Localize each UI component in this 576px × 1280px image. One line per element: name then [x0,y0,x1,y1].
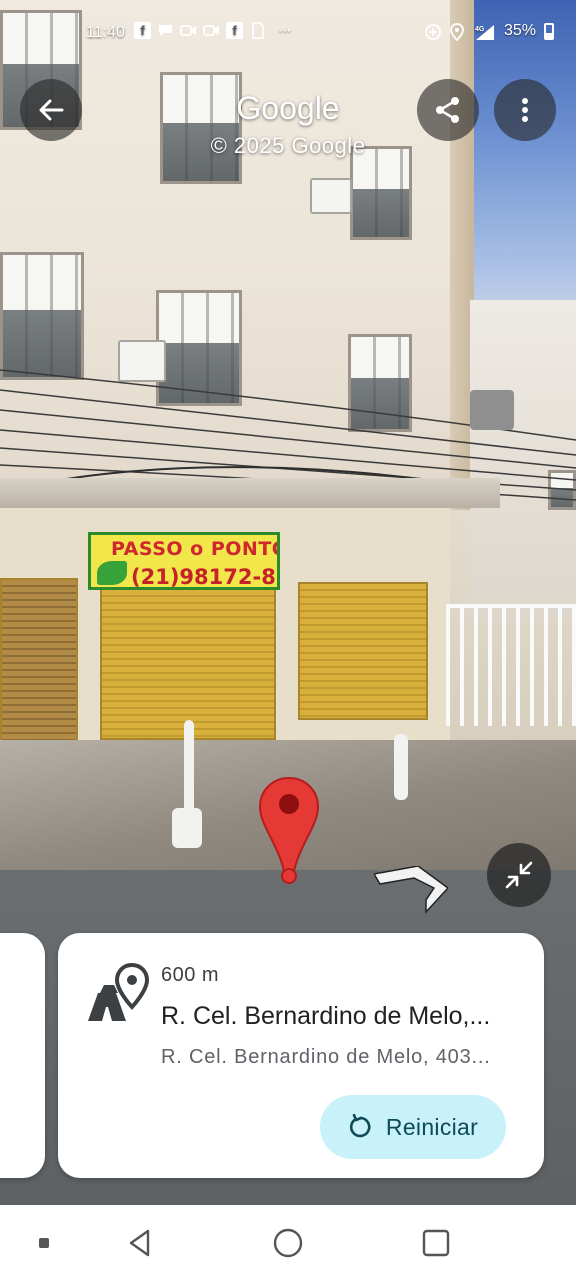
system-navigation-bar [0,1205,576,1280]
notification-icons: f f ··· [134,22,298,39]
battery-percent: 35% [503,22,536,39]
restart-label: Reiniciar [385,1113,479,1140]
square-recents-icon [422,1229,450,1257]
share-icon [436,97,459,123]
nav-home-button[interactable] [270,1225,306,1261]
page-title: Google [236,90,340,126]
rolling-shutter [0,578,78,752]
facebook-icon: f [226,22,243,39]
post-base [172,808,202,848]
air-conditioner [310,178,352,214]
dot-icon [39,1238,49,1248]
more-options-button[interactable] [494,79,556,141]
video-icon [180,22,197,39]
building-window [350,146,412,240]
bollard [394,734,408,800]
sign-post [184,720,194,820]
distance-label: 600 m [161,964,220,986]
air-conditioner [118,340,166,382]
sign-leaf-graphic [97,561,127,585]
building-window [0,252,84,380]
restart-icon [349,1114,371,1138]
more-vertical-icon [522,98,528,122]
collapse-button[interactable] [487,843,551,907]
signal-4g-icon: 4G [474,23,496,40]
metal-gate [446,604,576,726]
place-address: R. Cel. Bernardino de Melo, 403... [161,1046,491,1068]
video-icon [203,22,220,39]
sign-text-line2: (21)98172-8793 [131,565,277,589]
share-button[interactable] [417,79,479,141]
building-window [548,470,576,510]
restart-button[interactable]: Reiniciar [320,1095,506,1159]
building-window [348,334,412,432]
copyright-text: © 2025 Google [210,133,366,158]
previous-place-card[interactable] [0,933,45,1178]
store-sign: PASSO o PONTO (21)98172-8793 [88,532,280,590]
system-icons: 4G 35% [424,22,554,41]
place-card[interactable]: 600 m R. Cel. Bernardino de Melo,... R. … [58,933,544,1178]
nav-back-button[interactable] [122,1225,158,1261]
circle-home-icon [273,1228,303,1258]
neighbor-building [470,300,576,620]
nav-recents-button[interactable] [418,1225,454,1261]
location-icon [449,22,466,41]
network-label: 4G [475,26,485,33]
rolling-shutter [100,588,276,740]
battery-icon [544,22,554,40]
nav-dot-button[interactable] [26,1225,62,1261]
triangle-back-icon [129,1229,150,1257]
header: Google © 2025 Google [0,88,576,160]
collapse-arrows-icon [505,861,533,889]
status-bar: 11:40 f f ··· 4G 35% [0,0,576,64]
building-window [156,290,242,406]
sign-text-line1: PASSO o PONTO [111,538,280,560]
street-view-place-icon [88,962,150,1021]
status-time: 11:40 [86,24,125,41]
street-view-screen: PASSO o PONTO (21)98172-8793 11:40 f f [0,0,576,1280]
sim-icon [249,22,266,39]
rolling-shutter [298,582,428,720]
data-saver-icon [424,23,441,40]
location-pin-icon [258,776,320,884]
building-ledge [0,478,500,508]
chat-bubble-icon [157,22,174,39]
more-dots-icon: ··· [278,23,292,38]
facebook-icon: f [134,22,151,39]
place-title: R. Cel. Bernardino de Melo,... [161,1002,491,1030]
navigation-arrow-icon[interactable] [374,866,448,916]
